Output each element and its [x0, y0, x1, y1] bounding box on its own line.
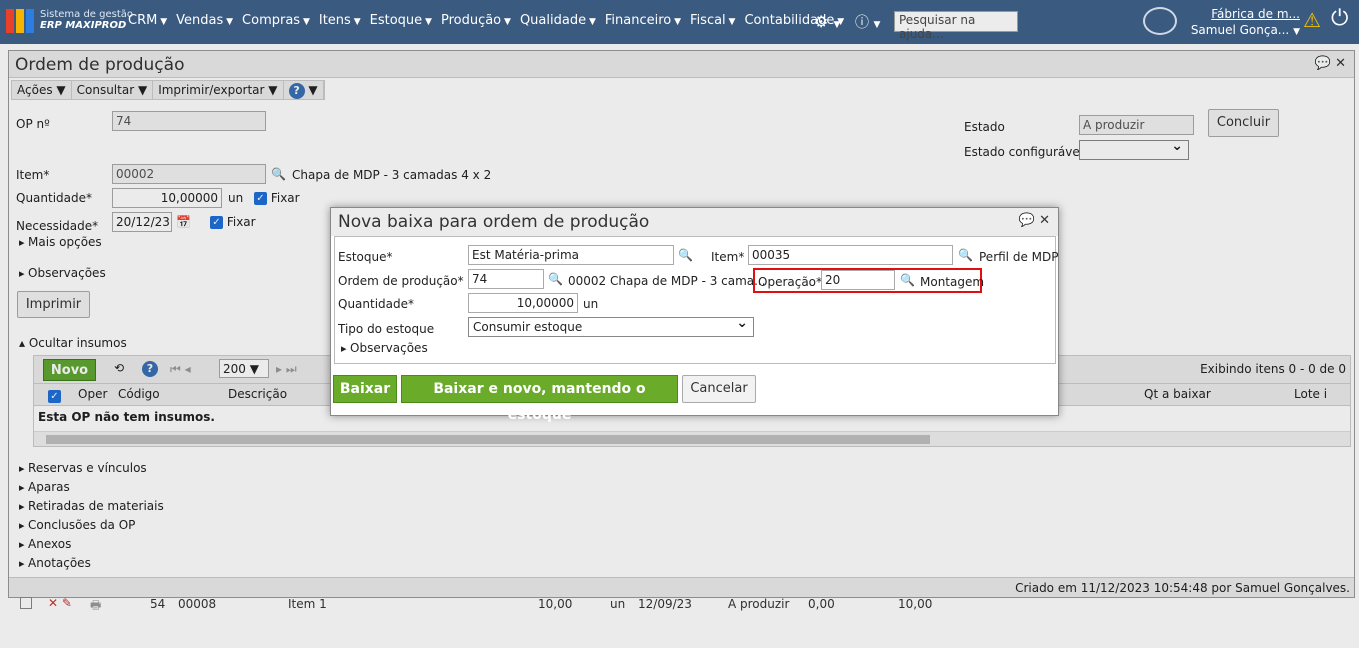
help-icon[interactable]: ⓘ ▼ — [855, 12, 880, 32]
modal-quantity-label: Quantidade* — [338, 297, 415, 311]
menu-compras[interactable]: Compras — [242, 13, 310, 28]
estoque-field[interactable]: Est Matéria-prima — [468, 245, 674, 265]
baixar-e-novo-button[interactable]: Baixar e novo, mantendo o estoque — [401, 375, 678, 423]
modal-title: Nova baixa para ordem de produção 💬 ✕ — [331, 208, 1058, 236]
modal-controls: 💬 ✕ — [1019, 213, 1050, 228]
gear-icon[interactable]: ⚙ ▼ — [814, 12, 840, 31]
modal-observacoes-toggle[interactable]: Observações — [341, 341, 428, 355]
warning-icon[interactable]: ⚠ — [1303, 8, 1321, 32]
logo-icon[interactable] — [6, 9, 36, 33]
ordem-field[interactable]: 74 — [468, 269, 544, 289]
close-icon[interactable]: ✕ — [1039, 213, 1050, 228]
modal-item-field[interactable]: 00035 — [748, 245, 953, 265]
power-icon[interactable]: ⏻ — [1331, 6, 1348, 31]
menu-estoque[interactable]: Estoque — [370, 13, 432, 28]
operacao-label: Operação* — [758, 275, 823, 289]
modal-item-search-icon[interactable]: 🔍 — [958, 248, 973, 262]
operacao-search-icon[interactable]: 🔍 — [900, 273, 915, 287]
main-menu: CRM Vendas Compras Itens Estoque Produçã… — [128, 13, 853, 28]
chat-icon[interactable] — [1143, 7, 1177, 35]
modal-quantity-unit: un — [583, 297, 599, 311]
tipo-estoque-label: Tipo do estoque — [338, 322, 435, 336]
menu-itens[interactable]: Itens — [319, 13, 361, 28]
tipo-estoque-select[interactable]: Consumir estoque — [468, 315, 754, 337]
top-bar: Sistema de gestão ERP MAXIPROD CRM Venda… — [0, 0, 1359, 44]
menu-crm[interactable]: CRM — [128, 13, 167, 28]
baixar-button[interactable]: Baixar — [333, 375, 397, 403]
menu-financeiro[interactable]: Financeiro — [605, 13, 681, 28]
menu-vendas[interactable]: Vendas — [176, 13, 233, 28]
brand: Sistema de gestão ERP MAXIPROD — [40, 9, 134, 31]
ordem-label: Ordem de produção* — [338, 274, 464, 288]
operacao-description: Montagem — [920, 275, 985, 289]
cancelar-button[interactable]: Cancelar — [682, 375, 756, 403]
estoque-label: Estoque* — [338, 250, 393, 264]
modal-item-label: Item* — [711, 250, 745, 264]
menu-qualidade[interactable]: Qualidade — [520, 13, 596, 28]
menu-producao[interactable]: Produção — [441, 13, 511, 28]
chat-icon[interactable]: 💬 — [1019, 213, 1035, 228]
user-menu[interactable]: Fábrica de m... Samuel Gonça... ▼ — [1190, 6, 1300, 40]
operacao-field[interactable]: 20 — [821, 270, 895, 290]
modal-quantity-field[interactable]: 10,00000 — [468, 293, 578, 313]
ordem-description: 00002 Chapa de MDP - 3 cama... — [568, 274, 766, 288]
estoque-search-icon[interactable]: 🔍 — [678, 248, 693, 262]
help-search-input[interactable]: Pesquisar na ajuda... — [894, 11, 1018, 41]
modal-item-description: Perfil de MDP — [979, 250, 1059, 264]
menu-fiscal[interactable]: Fiscal — [690, 13, 735, 28]
ordem-search-icon[interactable]: 🔍 — [548, 272, 563, 286]
